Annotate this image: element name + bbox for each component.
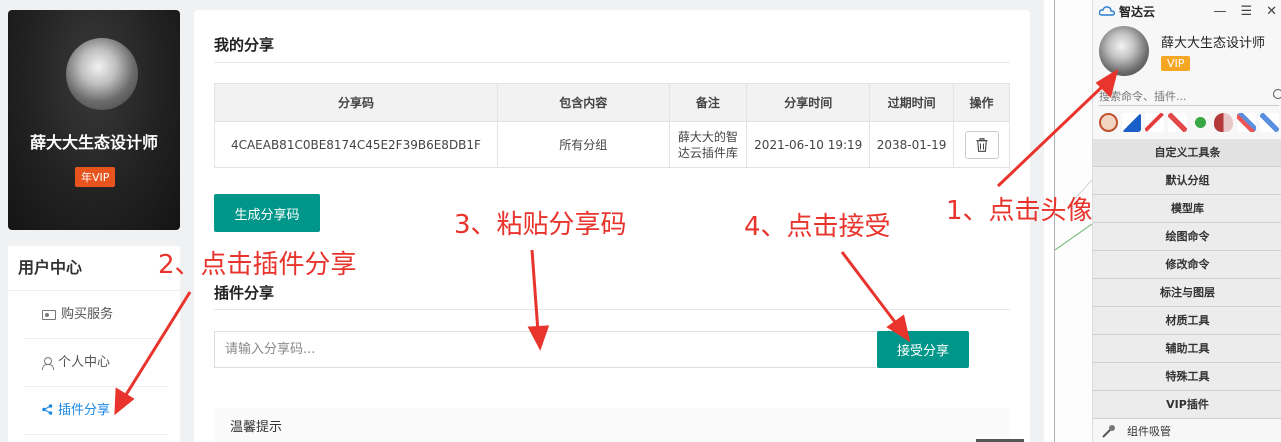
- component-picker-label: 组件吸管: [1127, 425, 1171, 438]
- app-menu-item[interactable]: 特殊工具: [1093, 363, 1281, 391]
- app-vip-badge: VIP: [1161, 56, 1191, 71]
- minimize-button[interactable]: —: [1213, 4, 1226, 19]
- column-header: 包含内容: [496, 83, 670, 122]
- plugin-icon[interactable]: [1237, 113, 1256, 132]
- avatar[interactable]: [66, 38, 138, 110]
- annotation-step-4: 4、点击接受: [744, 212, 891, 242]
- cloud-logo-icon: [1099, 6, 1115, 16]
- plugin-icon[interactable]: [1145, 113, 1164, 132]
- sidebar-item-plugin-share[interactable]: 插件分享: [24, 387, 168, 435]
- annotation-step-3: 3、粘贴分享码: [454, 210, 627, 240]
- share-icon: [42, 387, 53, 435]
- accept-share-button[interactable]: 接受分享: [877, 331, 969, 368]
- my-share-title: 我的分享: [214, 36, 275, 54]
- table-header-row: 分享码 包含内容 备注 分享时间 过期时间 操作: [214, 83, 1010, 122]
- content-cell: 所有分组: [496, 121, 670, 168]
- share-code-cell: 4CAEAB81C0BE8174C45E2F39B6E8DB1F: [214, 121, 498, 168]
- app-menu-item[interactable]: 默认分组: [1093, 167, 1281, 195]
- menu-button[interactable]: ☰: [1240, 4, 1252, 19]
- user-center-menu: 用户中心 购买服务 个人中心 插件分享: [8, 246, 180, 442]
- app-menu-item[interactable]: 标注与图层: [1093, 279, 1281, 307]
- column-header: 操作: [953, 83, 1010, 122]
- vip-badge: 年VIP: [75, 167, 116, 187]
- plugin-icon-row: [1099, 113, 1279, 132]
- card-icon: [42, 309, 56, 320]
- app-menu-item[interactable]: 绘图命令: [1093, 223, 1281, 251]
- plugin-icon[interactable]: [1099, 113, 1118, 132]
- column-header: 过期时间: [869, 83, 955, 122]
- app-menu-item[interactable]: 修改命令: [1093, 251, 1281, 279]
- app-menu-item[interactable]: 自定义工具条: [1093, 139, 1281, 167]
- tips-title: 温馨提示: [230, 420, 283, 435]
- column-header: 分享时间: [746, 83, 871, 122]
- app-avatar[interactable]: [1099, 26, 1149, 76]
- menu-title: 用户中心: [8, 246, 180, 291]
- annotation-step-1: 1、点击头像: [946, 196, 1093, 226]
- share-table: 分享码 包含内容 备注 分享时间 过期时间 操作 4CAEAB81C0BE817…: [214, 83, 1010, 168]
- sidebar-item-label: 购买服务: [61, 306, 114, 322]
- app-username: 薛大大生态设计师: [1161, 36, 1266, 51]
- action-cell: [953, 121, 1010, 168]
- app-menu: 自定义工具条 默认分组 模型库 绘图命令 修改命令 标注与图层 材质工具 辅助工…: [1093, 139, 1281, 419]
- plugin-share-title: 插件分享: [214, 284, 275, 302]
- divider: [214, 62, 1010, 63]
- column-header: 备注: [668, 83, 748, 122]
- eyedropper-icon: [1102, 425, 1115, 438]
- note-cell: 薛大大的智达云插件库: [668, 121, 748, 168]
- window-controls: — ☰ ✕: [1213, 4, 1281, 19]
- app-menu-item[interactable]: 模型库: [1093, 195, 1281, 223]
- annotation-step-2: 2、点击插件分享: [158, 250, 357, 280]
- note-text: 薛大大的智达云插件库: [677, 129, 738, 160]
- app-menu-item[interactable]: 辅助工具: [1093, 335, 1281, 363]
- search-icon[interactable]: [1273, 89, 1281, 99]
- sidebar-item-buy-service[interactable]: 购买服务: [24, 291, 168, 339]
- generate-share-code-button[interactable]: 生成分享码: [214, 194, 320, 232]
- profile-name: 薛大大生态设计师: [29, 133, 158, 152]
- sidebar-item-label: 插件分享: [58, 402, 111, 418]
- trash-icon: [976, 137, 987, 152]
- plugin-icon[interactable]: [1168, 113, 1187, 132]
- share-code-input[interactable]: [214, 331, 878, 368]
- app-search-input[interactable]: [1099, 88, 1279, 106]
- plugin-icon[interactable]: [1122, 113, 1141, 132]
- app-title: 智达云: [1119, 4, 1156, 19]
- app-menu-item[interactable]: 材质工具: [1093, 307, 1281, 335]
- plugin-icon[interactable]: [1191, 113, 1210, 132]
- user-icon: [42, 356, 54, 370]
- table-row: 4CAEAB81C0BE8174C45E2F39B6E8DB1F 所有分组 薛大…: [214, 121, 1010, 168]
- delete-button[interactable]: [964, 130, 999, 159]
- app-titlebar: 智达云 — ☰ ✕: [1093, 0, 1281, 22]
- plugin-icon[interactable]: [1214, 113, 1233, 132]
- expire-time-cell: 2038-01-19: [869, 121, 955, 168]
- plugin-icon[interactable]: [1260, 113, 1279, 132]
- share-time-cell: 2021-06-10 19:19: [746, 121, 871, 168]
- zhidayun-panel: 智达云 — ☰ ✕ 薛大大生态设计师 VIP 自定义工具条 默认分组 模型库 绘…: [1092, 0, 1281, 442]
- divider: [214, 309, 1010, 310]
- app-menu-item[interactable]: VIP插件: [1093, 391, 1281, 419]
- tips-panel: 温馨提示: [214, 408, 1010, 442]
- profile-card: 薛大大生态设计师 年VIP: [8, 10, 180, 230]
- sidebar-item-personal-center[interactable]: 个人中心: [24, 339, 168, 387]
- close-button[interactable]: ✕: [1266, 4, 1277, 19]
- column-header: 分享码: [214, 83, 498, 122]
- component-picker-tool[interactable]: 组件吸管: [1093, 420, 1281, 442]
- sidebar-item-label: 个人中心: [58, 354, 111, 370]
